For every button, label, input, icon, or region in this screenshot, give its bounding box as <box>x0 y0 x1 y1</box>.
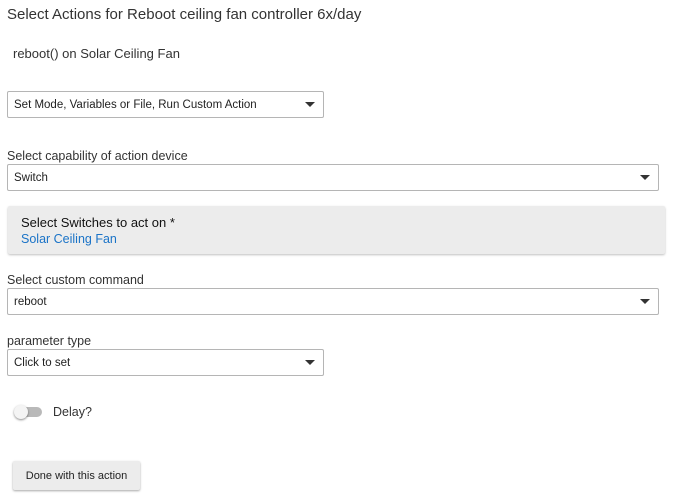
dropdown-arrow-icon <box>640 175 650 180</box>
device-selector-panel[interactable]: Select Switches to act on * Solar Ceilin… <box>8 206 665 254</box>
toggle-knob <box>14 405 28 419</box>
capability-select[interactable]: Switch <box>7 164 659 191</box>
custom-command-label: Select custom command <box>7 273 144 287</box>
action-type-select[interactable]: Set Mode, Variables or File, Run Custom … <box>7 91 324 118</box>
action-summary: reboot() on Solar Ceiling Fan <box>13 46 180 61</box>
capability-value: Switch <box>14 171 48 184</box>
dropdown-arrow-icon <box>305 102 315 107</box>
delay-toggle[interactable] <box>14 405 42 419</box>
parameter-type-label: parameter type <box>7 334 92 348</box>
action-editor-page: Select Actions for Reboot ceiling fan co… <box>0 0 681 500</box>
parameter-type-value: Click to set <box>14 356 71 369</box>
device-selector-title: Select Switches to act on * <box>21 215 175 230</box>
custom-command-select[interactable]: reboot <box>7 288 659 315</box>
action-type-value: Set Mode, Variables or File, Run Custom … <box>14 98 257 111</box>
dropdown-arrow-icon <box>305 360 315 365</box>
parameter-type-select[interactable]: Click to set <box>7 349 324 376</box>
capability-label: Select capability of action device <box>7 149 188 163</box>
selected-device-link[interactable]: Solar Ceiling Fan <box>21 232 117 246</box>
delay-label: Delay? <box>53 405 92 419</box>
custom-command-value: reboot <box>14 295 47 308</box>
done-with-action-button[interactable]: Done with this action <box>13 461 140 490</box>
dropdown-arrow-icon <box>640 299 650 304</box>
page-title: Select Actions for Reboot ceiling fan co… <box>7 6 362 23</box>
